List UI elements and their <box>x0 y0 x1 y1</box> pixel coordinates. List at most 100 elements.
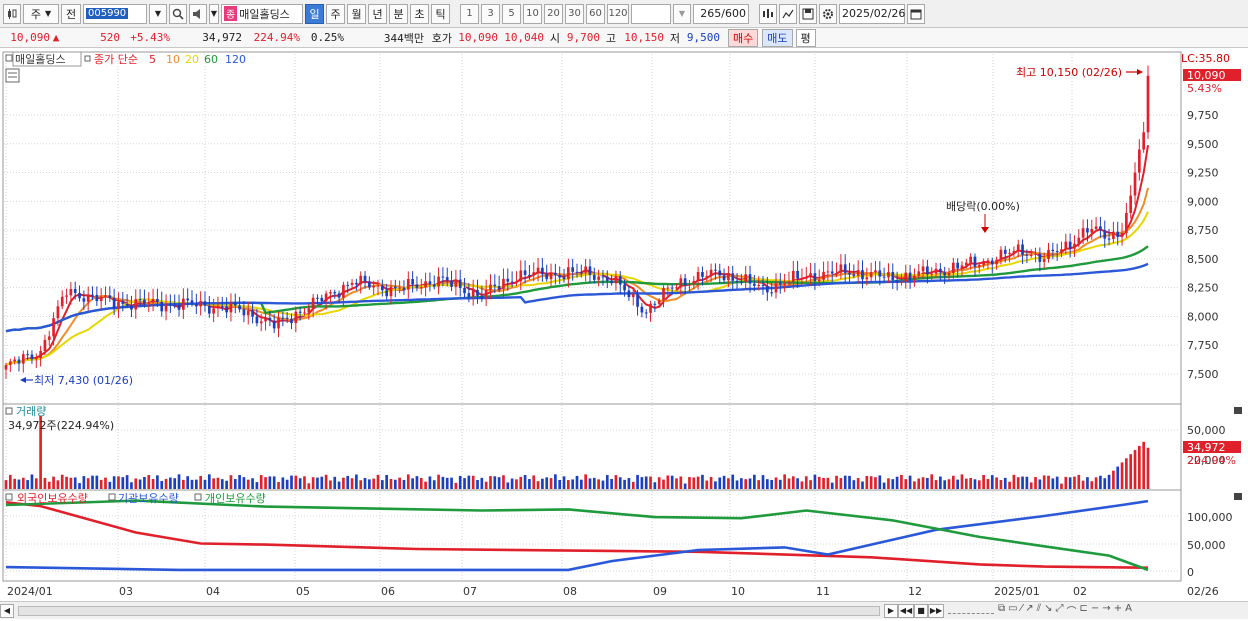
candle-body <box>173 304 177 306</box>
pre-button[interactable]: 전 <box>61 3 81 24</box>
candle-body <box>329 292 332 294</box>
period-tick[interactable]: 틱 <box>431 3 450 24</box>
interval-60[interactable]: 60 <box>586 3 605 24</box>
volume-bar <box>835 475 838 489</box>
period-month[interactable]: 월 <box>347 3 366 24</box>
hoga-label: 호가 <box>431 31 452 45</box>
stop-icon[interactable]: ■ <box>914 603 928 618</box>
candle-body <box>1081 228 1085 238</box>
code-dropdown-icon[interactable]: ▼ <box>149 3 167 24</box>
play-icon[interactable]: ▶ <box>884 603 898 618</box>
volume-bar <box>1086 477 1089 489</box>
period-week[interactable]: 주 <box>326 3 345 24</box>
volume-bar <box>112 476 116 489</box>
calendar-icon[interactable] <box>907 3 925 24</box>
stock-code-input[interactable]: 005990 <box>83 3 147 24</box>
period-year[interactable]: 년 <box>368 3 387 24</box>
volume-bar <box>523 474 527 489</box>
volume-bar <box>1042 475 1046 489</box>
volume-bar <box>346 475 350 489</box>
speaker-dropdown-icon[interactable]: ▼ <box>209 3 219 24</box>
volume-bar <box>921 477 925 489</box>
candle-body <box>783 283 786 285</box>
interval-10[interactable]: 10 <box>523 3 542 24</box>
price-tick: 8,750 <box>1187 224 1219 237</box>
candle-body <box>398 287 401 289</box>
volume-bar <box>588 478 592 489</box>
save-icon[interactable] <box>799 3 817 24</box>
scroll-left-icon[interactable]: ◀ <box>0 603 14 618</box>
candle-body <box>800 278 804 280</box>
price-panel[interactable] <box>2 51 1182 405</box>
candle-body <box>497 286 501 290</box>
volume-bar <box>718 477 722 489</box>
magnet-icon[interactable]: ⊏ <box>1080 603 1088 618</box>
sell-button[interactable]: 매도 <box>762 28 793 47</box>
volume-bar <box>986 478 990 489</box>
candle-body <box>151 299 155 303</box>
candle-body <box>939 268 942 273</box>
interval-120[interactable]: 120 <box>607 3 629 24</box>
arrow-tool-icon[interactable]: → <box>1102 603 1110 618</box>
interval-dropdown-icon[interactable]: ▼ <box>673 3 691 24</box>
data-count-field[interactable]: 265/600 <box>693 3 749 24</box>
volume-bar <box>445 477 449 489</box>
fibo-tool-icon[interactable]: ↘ <box>1044 603 1052 618</box>
zoom-in-icon[interactable]: + <box>1114 603 1122 618</box>
candlestick-icon[interactable] <box>3 3 21 24</box>
date-input[interactable]: 2025/02/26 <box>839 3 905 24</box>
line-tool-icon[interactable]: ⁄ <box>1021 603 1023 618</box>
chart-type-select[interactable]: 주 ▼ <box>23 3 59 24</box>
volume-bar <box>631 481 635 489</box>
buy-button[interactable]: 매수 <box>728 28 759 47</box>
volume-bar <box>973 479 977 489</box>
period-second[interactable]: 초 <box>410 3 429 24</box>
volume-bar <box>316 477 319 489</box>
stock-name-field[interactable]: 종 매일홀딩스 <box>221 3 303 24</box>
volume-bar <box>251 478 254 489</box>
speaker-icon[interactable] <box>189 3 207 24</box>
volume-bar <box>740 478 743 489</box>
volume-bar <box>1034 477 1037 489</box>
interval-1[interactable]: 1 <box>460 3 479 24</box>
gear-icon[interactable] <box>819 3 837 24</box>
volume-bar <box>190 479 194 489</box>
close-panel-icon[interactable] <box>1234 493 1242 500</box>
ray-tool-icon[interactable]: ⤢ <box>1056 603 1064 618</box>
text-tool-icon[interactable]: A <box>1125 603 1132 618</box>
rewind-icon[interactable]: ◀◀ <box>898 603 914 618</box>
interval-custom-input[interactable] <box>631 3 671 24</box>
interval-20[interactable]: 20 <box>544 3 563 24</box>
avg-button[interactable]: 평 <box>795 28 816 47</box>
candle-body <box>1116 231 1120 237</box>
channel-tool-icon[interactable]: ⫽ <box>1037 603 1041 618</box>
zoom-out-icon[interactable]: − <box>1091 603 1099 618</box>
scroll-track[interactable] <box>18 605 880 616</box>
volume-bar <box>194 479 198 489</box>
copy-icon[interactable]: ⧉ <box>998 603 1005 618</box>
volume-bar <box>264 477 267 489</box>
interval-5[interactable]: 5 <box>502 3 521 24</box>
volume-bar <box>220 479 224 489</box>
volume-bar <box>1116 466 1120 489</box>
grid-toggle-icon[interactable] <box>5 68 20 83</box>
search-icon[interactable] <box>169 3 187 24</box>
drawing-tool-icon[interactable] <box>779 3 797 24</box>
chart-scrollbar[interactable]: ◀ ▶ ◀◀ ■ ▶▶ ⧉ ▭ ⁄ ↗ ⫽ ↘ ⤢ ⌒ ⊏ − → + A <box>0 601 1248 619</box>
interval-30[interactable]: 30 <box>565 3 584 24</box>
forward-icon[interactable]: ▶▶ <box>928 603 944 618</box>
period-day[interactable]: 일 <box>305 3 324 24</box>
holding-tick: 0 <box>1187 566 1194 579</box>
layout-icon[interactable]: ▭ <box>1008 603 1017 618</box>
interval-3[interactable]: 3 <box>481 3 500 24</box>
chart-area[interactable]: 매일홀딩스 종가 단순 5 10 20 60 120 최고 10,150 (02… <box>0 50 1248 601</box>
candle-body <box>956 262 960 269</box>
close-panel-icon[interactable] <box>1234 407 1242 414</box>
indicator-icon[interactable] <box>759 3 777 24</box>
candle-body <box>692 281 696 285</box>
period-minute[interactable]: 분 <box>389 3 408 24</box>
volume-bar <box>882 482 886 489</box>
zoom-track[interactable] <box>948 608 994 614</box>
trend-tool-icon[interactable]: ↗ <box>1025 603 1033 618</box>
arc-tool-icon[interactable]: ⌒ <box>1067 603 1077 618</box>
